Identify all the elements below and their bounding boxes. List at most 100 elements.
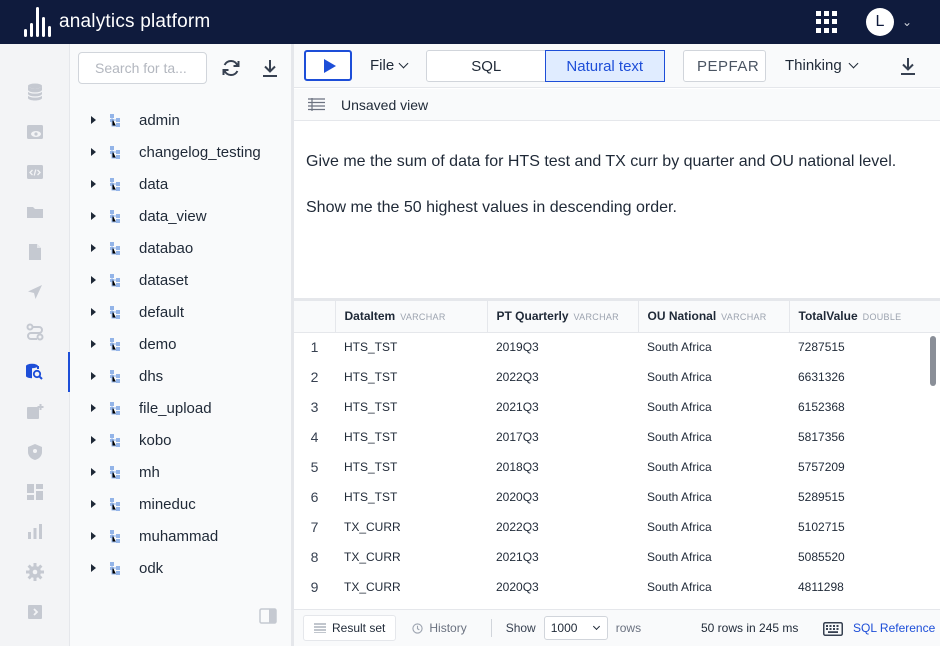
- thinking-dropdown[interactable]: Thinking: [785, 57, 859, 74]
- table-row[interactable]: 1 HTS_TST 2019Q3 South Africa 7287515: [294, 332, 940, 362]
- schema-item[interactable]: muhammad: [70, 520, 291, 552]
- expand-arrow-icon[interactable]: [91, 212, 96, 220]
- shield-icon[interactable]: [0, 432, 70, 472]
- table-row[interactable]: 6 HTS_TST 2020Q3 South Africa 5289515: [294, 482, 940, 512]
- cell[interactable]: South Africa: [638, 362, 789, 392]
- list-icon[interactable]: [308, 98, 325, 111]
- cell[interactable]: South Africa: [638, 542, 789, 572]
- query-editor[interactable]: Give me the sum of data for HTS test and…: [294, 122, 940, 298]
- schema-item[interactable]: mh: [70, 456, 291, 488]
- result-set-tab[interactable]: Result set: [303, 615, 397, 641]
- table-row[interactable]: 7 TX_CURR 2022Q3 South Africa 5102715: [294, 512, 940, 542]
- collapse-sidebar-icon[interactable]: [0, 592, 70, 632]
- run-query-button[interactable]: [304, 50, 352, 81]
- add-item-icon[interactable]: [0, 392, 70, 432]
- code-icon[interactable]: [0, 152, 70, 192]
- cell[interactable]: 2021Q3: [487, 542, 638, 572]
- cell[interactable]: 7287515: [789, 332, 940, 362]
- schema-item[interactable]: data: [70, 168, 291, 200]
- cell[interactable]: South Africa: [638, 572, 789, 602]
- cell[interactable]: HTS_TST: [335, 362, 487, 392]
- cell[interactable]: 5085520: [789, 542, 940, 572]
- folder-icon[interactable]: [0, 192, 70, 232]
- cell[interactable]: TX_CURR: [335, 542, 487, 572]
- data-explorer-icon[interactable]: [0, 352, 70, 392]
- expand-arrow-icon[interactable]: [91, 276, 96, 284]
- table-row[interactable]: 9 TX_CURR 2020Q3 South Africa 4811298: [294, 572, 940, 602]
- send-icon[interactable]: [0, 272, 70, 312]
- dashboard-icon[interactable]: [0, 472, 70, 512]
- cell[interactable]: 2020Q3: [487, 482, 638, 512]
- cell[interactable]: 6152368: [789, 392, 940, 422]
- schema-item[interactable]: admin: [70, 104, 291, 136]
- view-icon[interactable]: [0, 112, 70, 152]
- cell[interactable]: 5102715: [789, 512, 940, 542]
- column-header[interactable]: TotalValue DOUBLE: [789, 301, 940, 333]
- schema-item[interactable]: odk: [70, 552, 291, 584]
- collapse-panel-icon[interactable]: [257, 606, 279, 626]
- schema-search-input[interactable]: [78, 52, 207, 84]
- cell[interactable]: TX_CURR: [335, 512, 487, 542]
- cell[interactable]: 2022Q3: [487, 512, 638, 542]
- expand-arrow-icon[interactable]: [91, 244, 96, 252]
- apps-grid-icon[interactable]: [815, 11, 838, 33]
- cell[interactable]: HTS_TST: [335, 452, 487, 482]
- database-select[interactable]: PEPFAR: [683, 50, 766, 82]
- expand-arrow-icon[interactable]: [91, 532, 96, 540]
- cell[interactable]: HTS_TST: [335, 332, 487, 362]
- schema-item[interactable]: default: [70, 296, 291, 328]
- cell[interactable]: 5817356: [789, 422, 940, 452]
- cell[interactable]: 2019Q3: [487, 332, 638, 362]
- expand-arrow-icon[interactable]: [91, 468, 96, 476]
- cell[interactable]: 5757209: [789, 452, 940, 482]
- cell[interactable]: 2017Q3: [487, 422, 638, 452]
- settings-icon[interactable]: [0, 552, 70, 592]
- table-row[interactable]: 8 TX_CURR 2021Q3 South Africa 5085520: [294, 542, 940, 572]
- cell[interactable]: TX_CURR: [335, 572, 487, 602]
- schema-item[interactable]: kobo: [70, 424, 291, 456]
- file-menu[interactable]: File: [370, 57, 409, 74]
- cell[interactable]: HTS_TST: [335, 482, 487, 512]
- database-icon[interactable]: [0, 72, 70, 112]
- schema-item[interactable]: mineduc: [70, 488, 291, 520]
- column-header[interactable]: PT Quarterly VARCHAR: [487, 301, 639, 333]
- cell[interactable]: 4811298: [789, 572, 940, 602]
- results-scrollbar[interactable]: [930, 336, 936, 386]
- schema-item[interactable]: dataset: [70, 264, 291, 296]
- cell[interactable]: 5289515: [789, 482, 940, 512]
- cell[interactable]: HTS_TST: [335, 392, 487, 422]
- rows-limit-select[interactable]: 1000: [543, 616, 608, 640]
- column-header[interactable]: DataItem VARCHAR: [335, 301, 488, 333]
- cell[interactable]: HTS_TST: [335, 422, 487, 452]
- expand-arrow-icon[interactable]: [91, 372, 96, 380]
- expand-arrow-icon[interactable]: [91, 180, 96, 188]
- schema-item[interactable]: demo: [70, 328, 291, 360]
- history-tab[interactable]: History: [402, 615, 476, 641]
- document-icon[interactable]: [0, 232, 70, 272]
- schema-item[interactable]: file_upload: [70, 392, 291, 424]
- schema-item[interactable]: changelog_testing: [70, 136, 291, 168]
- expand-arrow-icon[interactable]: [91, 564, 96, 572]
- schema-item[interactable]: data_view: [70, 200, 291, 232]
- table-row[interactable]: 2 HTS_TST 2022Q3 South Africa 6631326: [294, 362, 940, 392]
- cell[interactable]: South Africa: [638, 452, 789, 482]
- mode-sql-button[interactable]: SQL: [427, 51, 546, 81]
- table-row[interactable]: 3 HTS_TST 2021Q3 South Africa 6152368: [294, 392, 940, 422]
- schema-item[interactable]: databao: [70, 232, 291, 264]
- table-row[interactable]: 4 HTS_TST 2017Q3 South Africa 5817356: [294, 422, 940, 452]
- expand-arrow-icon[interactable]: [91, 340, 96, 348]
- table-row[interactable]: 5 HTS_TST 2018Q3 South Africa 5757209: [294, 452, 940, 482]
- cell[interactable]: 2022Q3: [487, 362, 638, 392]
- expand-arrow-icon[interactable]: [91, 116, 96, 124]
- cell[interactable]: 2021Q3: [487, 392, 638, 422]
- expand-arrow-icon[interactable]: [91, 308, 96, 316]
- expand-arrow-icon[interactable]: [91, 148, 96, 156]
- cell[interactable]: South Africa: [638, 392, 789, 422]
- column-header[interactable]: OU National VARCHAR: [638, 301, 790, 333]
- cell[interactable]: South Africa: [638, 512, 789, 542]
- workflow-icon[interactable]: [0, 312, 70, 352]
- cell[interactable]: South Africa: [638, 422, 789, 452]
- expand-arrow-icon[interactable]: [91, 500, 96, 508]
- cell[interactable]: 2020Q3: [487, 572, 638, 602]
- download-icon[interactable]: [256, 54, 284, 82]
